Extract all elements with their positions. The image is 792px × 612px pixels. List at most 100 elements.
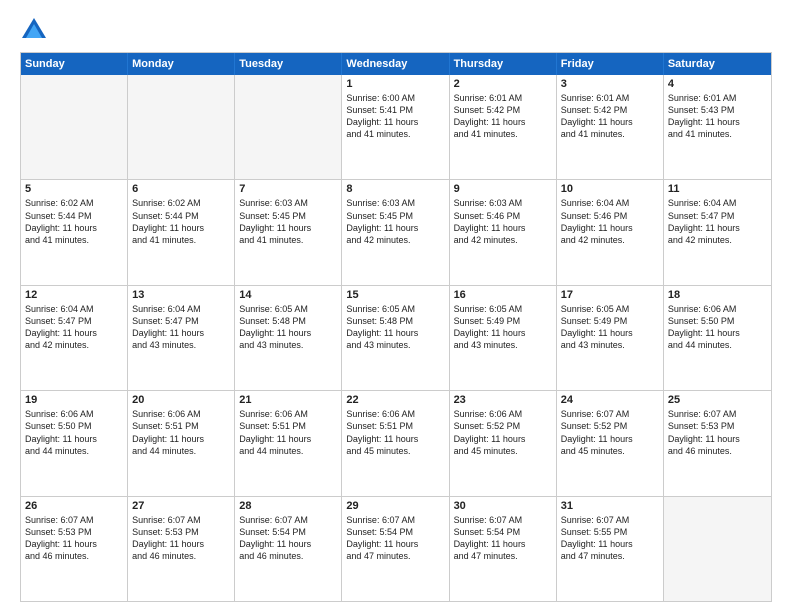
- cell-text: Sunrise: 6:07 AMSunset: 5:52 PMDaylight:…: [561, 408, 659, 457]
- cell-text: Sunrise: 6:04 AMSunset: 5:46 PMDaylight:…: [561, 197, 659, 246]
- calendar-cell: 8 Sunrise: 6:03 AMSunset: 5:45 PMDaylight…: [342, 180, 449, 284]
- day-number: 9: [454, 183, 552, 195]
- day-number: 5: [25, 183, 123, 195]
- cell-text: Sunrise: 6:06 AMSunset: 5:50 PMDaylight:…: [25, 408, 123, 457]
- calendar-cell: 26 Sunrise: 6:07 AMSunset: 5:53 PMDayligh…: [21, 497, 128, 601]
- calendar-cell: 25 Sunrise: 6:07 AMSunset: 5:53 PMDayligh…: [664, 391, 771, 495]
- calendar-cell: 22 Sunrise: 6:06 AMSunset: 5:51 PMDayligh…: [342, 391, 449, 495]
- calendar-cell: 16 Sunrise: 6:05 AMSunset: 5:49 PMDayligh…: [450, 286, 557, 390]
- day-number: 22: [346, 394, 444, 406]
- cell-text: Sunrise: 6:02 AMSunset: 5:44 PMDaylight:…: [132, 197, 230, 246]
- calendar-row-5: 26 Sunrise: 6:07 AMSunset: 5:53 PMDayligh…: [21, 496, 771, 601]
- day-number: 28: [239, 500, 337, 512]
- cell-text: Sunrise: 6:02 AMSunset: 5:44 PMDaylight:…: [25, 197, 123, 246]
- day-number: 17: [561, 289, 659, 301]
- calendar-cell: 18 Sunrise: 6:06 AMSunset: 5:50 PMDayligh…: [664, 286, 771, 390]
- page: SundayMondayTuesdayWednesdayThursdayFrid…: [0, 0, 792, 612]
- day-number: 18: [668, 289, 767, 301]
- calendar-cell: 23 Sunrise: 6:06 AMSunset: 5:52 PMDayligh…: [450, 391, 557, 495]
- day-number: 26: [25, 500, 123, 512]
- cell-text: Sunrise: 6:01 AMSunset: 5:43 PMDaylight:…: [668, 92, 767, 141]
- cell-text: Sunrise: 6:03 AMSunset: 5:45 PMDaylight:…: [346, 197, 444, 246]
- header-cell-monday: Monday: [128, 53, 235, 75]
- cell-text: Sunrise: 6:05 AMSunset: 5:48 PMDaylight:…: [239, 303, 337, 352]
- calendar-cell: 3Sunrise: 6:01 AMSunset: 5:42 PMDaylight…: [557, 75, 664, 179]
- calendar-body: 1 Sunrise: 6:00 AMSunset: 5:41 PMDaylight…: [21, 75, 771, 601]
- calendar-row-3: 12 Sunrise: 6:04 AMSunset: 5:47 PMDayligh…: [21, 285, 771, 390]
- cell-text: Sunrise: 6:06 AMSunset: 5:51 PMDaylight:…: [132, 408, 230, 457]
- cell-text: Sunrise: 6:07 AMSunset: 5:54 PMDaylight:…: [454, 514, 552, 563]
- header-cell-thursday: Thursday: [450, 53, 557, 75]
- logo: [20, 16, 52, 44]
- cell-text: Sunrise: 6:05 AMSunset: 5:49 PMDaylight:…: [454, 303, 552, 352]
- calendar-cell: 17 Sunrise: 6:05 AMSunset: 5:49 PMDayligh…: [557, 286, 664, 390]
- day-number: 14: [239, 289, 337, 301]
- cell-text: Sunrise: 6:06 AMSunset: 5:52 PMDaylight:…: [454, 408, 552, 457]
- calendar-cell: [235, 75, 342, 179]
- calendar-cell: 24 Sunrise: 6:07 AMSunset: 5:52 PMDayligh…: [557, 391, 664, 495]
- cell-text: Sunrise: 6:00 AMSunset: 5:41 PMDaylight:…: [346, 92, 444, 141]
- cell-text: Sunrise: 6:07 AMSunset: 5:53 PMDaylight:…: [668, 408, 767, 457]
- calendar-cell: 31 Sunrise: 6:07 AMSunset: 5:55 PMDayligh…: [557, 497, 664, 601]
- header-cell-wednesday: Wednesday: [342, 53, 449, 75]
- calendar-row-4: 19Sunrise: 6:06 AMSunset: 5:50 PMDayligh…: [21, 390, 771, 495]
- calendar: SundayMondayTuesdayWednesdayThursdayFrid…: [20, 52, 772, 602]
- calendar-cell: 21 Sunrise: 6:06 AMSunset: 5:51 PMDayligh…: [235, 391, 342, 495]
- header-cell-sunday: Sunday: [21, 53, 128, 75]
- calendar-cell: 12 Sunrise: 6:04 AMSunset: 5:47 PMDayligh…: [21, 286, 128, 390]
- day-number: 30: [454, 500, 552, 512]
- calendar-cell: 20Sunrise: 6:06 AMSunset: 5:51 PMDayligh…: [128, 391, 235, 495]
- calendar-cell: 1 Sunrise: 6:00 AMSunset: 5:41 PMDaylight…: [342, 75, 449, 179]
- day-number: 16: [454, 289, 552, 301]
- calendar-cell: 29Sunrise: 6:07 AMSunset: 5:54 PMDayligh…: [342, 497, 449, 601]
- calendar-cell: 27Sunrise: 6:07 AMSunset: 5:53 PMDayligh…: [128, 497, 235, 601]
- calendar-cell: 6 Sunrise: 6:02 AMSunset: 5:44 PMDaylight…: [128, 180, 235, 284]
- day-number: 15: [346, 289, 444, 301]
- cell-text: Sunrise: 6:05 AMSunset: 5:49 PMDaylight:…: [561, 303, 659, 352]
- calendar-cell: 30 Sunrise: 6:07 AMSunset: 5:54 PMDayligh…: [450, 497, 557, 601]
- day-number: 11: [668, 183, 767, 195]
- cell-text: Sunrise: 6:01 AMSunset: 5:42 PMDaylight:…: [454, 92, 552, 141]
- calendar-cell: 5 Sunrise: 6:02 AMSunset: 5:44 PMDaylight…: [21, 180, 128, 284]
- day-number: 24: [561, 394, 659, 406]
- day-number: 6: [132, 183, 230, 195]
- day-number: 23: [454, 394, 552, 406]
- day-number: 7: [239, 183, 337, 195]
- calendar-header: SundayMondayTuesdayWednesdayThursdayFrid…: [21, 53, 771, 75]
- cell-text: Sunrise: 6:07 AMSunset: 5:54 PMDaylight:…: [346, 514, 444, 563]
- day-number: 12: [25, 289, 123, 301]
- calendar-cell: 15Sunrise: 6:05 AMSunset: 5:48 PMDayligh…: [342, 286, 449, 390]
- cell-text: Sunrise: 6:04 AMSunset: 5:47 PMDaylight:…: [25, 303, 123, 352]
- day-number: 2: [454, 78, 552, 90]
- cell-text: Sunrise: 6:06 AMSunset: 5:50 PMDaylight:…: [668, 303, 767, 352]
- calendar-cell: 13Sunrise: 6:04 AMSunset: 5:47 PMDayligh…: [128, 286, 235, 390]
- cell-text: Sunrise: 6:01 AMSunset: 5:42 PMDaylight:…: [561, 92, 659, 141]
- calendar-cell: [664, 497, 771, 601]
- cell-text: Sunrise: 6:06 AMSunset: 5:51 PMDaylight:…: [346, 408, 444, 457]
- day-number: 8: [346, 183, 444, 195]
- cell-text: Sunrise: 6:06 AMSunset: 5:51 PMDaylight:…: [239, 408, 337, 457]
- cell-text: Sunrise: 6:03 AMSunset: 5:46 PMDaylight:…: [454, 197, 552, 246]
- day-number: 1: [346, 78, 444, 90]
- cell-text: Sunrise: 6:07 AMSunset: 5:53 PMDaylight:…: [25, 514, 123, 563]
- header-cell-saturday: Saturday: [664, 53, 771, 75]
- cell-text: Sunrise: 6:07 AMSunset: 5:53 PMDaylight:…: [132, 514, 230, 563]
- header: [20, 16, 772, 44]
- calendar-cell: 7Sunrise: 6:03 AMSunset: 5:45 PMDaylight…: [235, 180, 342, 284]
- cell-text: Sunrise: 6:07 AMSunset: 5:55 PMDaylight:…: [561, 514, 659, 563]
- day-number: 21: [239, 394, 337, 406]
- calendar-cell: [21, 75, 128, 179]
- calendar-cell: 4Sunrise: 6:01 AMSunset: 5:43 PMDaylight…: [664, 75, 771, 179]
- calendar-row-2: 5 Sunrise: 6:02 AMSunset: 5:44 PMDaylight…: [21, 179, 771, 284]
- calendar-cell: 14 Sunrise: 6:05 AMSunset: 5:48 PMDayligh…: [235, 286, 342, 390]
- cell-text: Sunrise: 6:04 AMSunset: 5:47 PMDaylight:…: [668, 197, 767, 246]
- calendar-cell: 28 Sunrise: 6:07 AMSunset: 5:54 PMDayligh…: [235, 497, 342, 601]
- calendar-row-1: 1 Sunrise: 6:00 AMSunset: 5:41 PMDaylight…: [21, 75, 771, 179]
- cell-text: Sunrise: 6:04 AMSunset: 5:47 PMDaylight:…: [132, 303, 230, 352]
- header-cell-tuesday: Tuesday: [235, 53, 342, 75]
- day-number: 25: [668, 394, 767, 406]
- day-number: 10: [561, 183, 659, 195]
- day-number: 31: [561, 500, 659, 512]
- cell-text: Sunrise: 6:07 AMSunset: 5:54 PMDaylight:…: [239, 514, 337, 563]
- calendar-cell: 19Sunrise: 6:06 AMSunset: 5:50 PMDayligh…: [21, 391, 128, 495]
